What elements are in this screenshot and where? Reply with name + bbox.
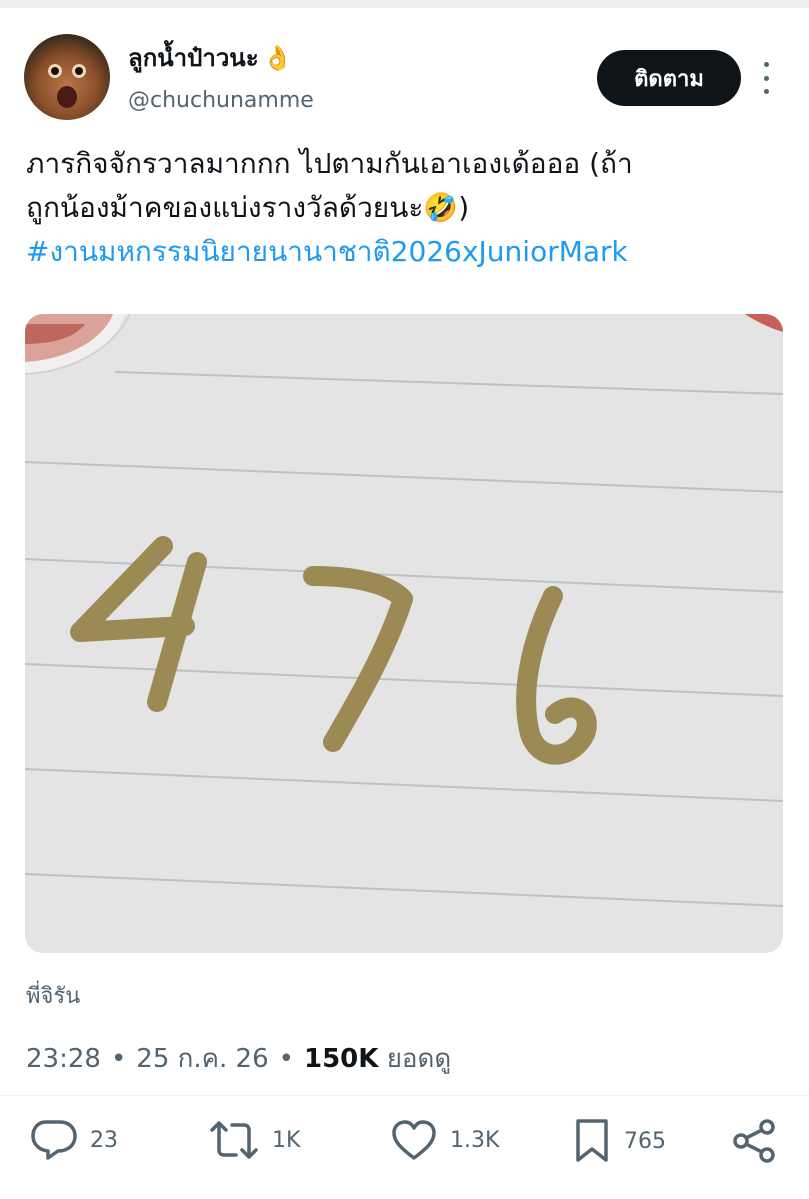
bookmark-count: 765 [624,1128,666,1154]
avatar-mouth [57,86,77,108]
tweet-photo[interactable] [25,314,783,953]
top-divider [0,0,809,8]
heart-icon [392,1120,436,1160]
reply-icon [31,1120,77,1160]
bookmark-button[interactable]: 765 [572,1118,666,1164]
reply-button[interactable]: 23 [30,1118,118,1162]
meta-separator: • [110,1043,127,1074]
repost-icon [210,1121,258,1159]
picture-credit[interactable]: พี่จิรัน [26,978,80,1013]
more-options-icon[interactable] [756,62,776,94]
actions-divider [0,1095,809,1096]
tweet-text: ภารกิจจักรวาลมากกก ไปตามกันเอาเองเด้อออ … [26,142,786,274]
repost-count: 1K [272,1127,301,1153]
avatar-left-eye [48,64,62,78]
author-avatar[interactable] [24,34,110,120]
like-count: 1.3K [450,1127,500,1153]
share-icon [733,1119,775,1163]
share-button[interactable] [732,1118,778,1164]
handwritten-digits-photo [25,314,783,953]
repost-button[interactable]: 1K [208,1118,300,1162]
author-handle[interactable]: @chuchunamme [128,88,314,113]
tweet-date[interactable]: 25 ก.ค. 26 [136,1038,268,1079]
meta-separator: • [278,1043,294,1074]
bookmark-icon [576,1119,608,1162]
author-name-row[interactable]: ลูกน้ำป๋าวนะ 👌 [128,38,293,77]
like-button[interactable]: 1.3K [390,1118,499,1162]
avatar-right-eye [72,64,86,78]
reply-count: 23 [90,1127,118,1153]
hashtag-link[interactable]: #งานมหกรรมนิยายนานาชาติ2026xJuniorMark [26,230,786,274]
tweet-time[interactable]: 23:28 [26,1044,101,1074]
tweet-meta: 23:28 • 25 ก.ค. 26 • 150K ยอดดู [26,1038,451,1079]
views-label: ยอดดู [386,1044,452,1074]
ok-hand-emoji: 👌 [262,43,293,72]
tweet-text-line-1: ภารกิจจักรวาลมากกก ไปตามกันเอาเองเด้อออ … [26,147,633,180]
author-display-name[interactable]: ลูกน้ำป๋าวนะ [128,38,259,77]
views-count: 150K [304,1044,379,1074]
follow-button[interactable]: ติดตาม [597,50,741,106]
tweet-text-line-2: ถูกน้องม้าคของแบ่งรางวัลด้วยนะ🤣) [26,191,470,224]
